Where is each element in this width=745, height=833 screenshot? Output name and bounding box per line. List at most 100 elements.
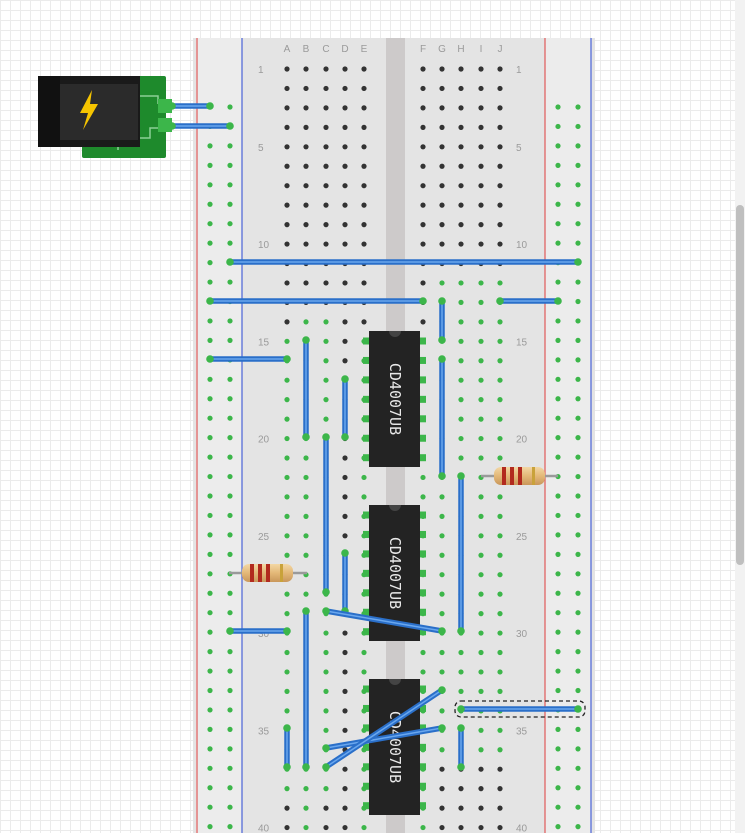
power-rail-hole[interactable] xyxy=(227,143,233,149)
breadboard-hole[interactable] xyxy=(478,455,484,461)
power-rail-hole[interactable] xyxy=(575,123,581,130)
breadboard-hole[interactable] xyxy=(342,708,348,714)
breadboard-hole[interactable] xyxy=(478,611,484,617)
breadboard-hole[interactable] xyxy=(323,85,329,92)
breadboard-hole[interactable] xyxy=(323,163,329,169)
power-rail-hole[interactable] xyxy=(207,260,213,266)
breadboard-hole[interactable] xyxy=(458,824,464,831)
breadboard-hole[interactable] xyxy=(323,630,329,636)
breadboard-hole[interactable] xyxy=(342,183,348,189)
jumper-wire[interactable] xyxy=(457,724,465,771)
breadboard-hole[interactable] xyxy=(323,397,329,403)
power-rail-hole[interactable] xyxy=(575,415,581,421)
breadboard-hole[interactable] xyxy=(303,105,309,111)
power-rail-hole[interactable] xyxy=(227,785,233,791)
jumper-wire[interactable] xyxy=(168,102,214,110)
breadboard-hole[interactable] xyxy=(478,766,484,772)
breadboard-hole[interactable] xyxy=(458,669,464,675)
jumper-wire[interactable] xyxy=(226,258,582,266)
breadboard-hole[interactable] xyxy=(497,183,503,189)
power-rail-hole[interactable] xyxy=(207,143,213,149)
power-rail-hole[interactable] xyxy=(227,182,233,188)
breadboard-hole[interactable] xyxy=(342,319,348,325)
power-rail-hole[interactable] xyxy=(227,824,233,830)
ic-chip-cd4007ub[interactable]: CD4007UB xyxy=(363,331,426,467)
breadboard-hole[interactable] xyxy=(361,183,367,189)
breadboard-hole[interactable] xyxy=(439,280,445,286)
breadboard-hole[interactable] xyxy=(439,649,445,656)
breadboard-hole[interactable] xyxy=(284,824,290,831)
power-rail-hole[interactable] xyxy=(555,318,561,324)
breadboard-hole[interactable] xyxy=(420,163,426,169)
jumper-wire[interactable] xyxy=(438,355,446,480)
breadboard-hole[interactable] xyxy=(284,338,290,344)
breadboard-hole[interactable] xyxy=(284,124,290,130)
power-rail-hole[interactable] xyxy=(227,104,233,110)
jumper-wire[interactable] xyxy=(341,549,349,615)
jumper-wire[interactable] xyxy=(302,336,310,441)
power-rail-hole[interactable] xyxy=(555,376,561,382)
power-rail-hole[interactable] xyxy=(555,687,561,694)
breadboard-hole[interactable] xyxy=(497,144,503,150)
breadboard-hole[interactable] xyxy=(361,222,367,228)
breadboard-hole[interactable] xyxy=(342,85,348,92)
breadboard-hole[interactable] xyxy=(458,222,464,228)
breadboard-hole[interactable] xyxy=(284,183,290,189)
breadboard-hole[interactable] xyxy=(478,163,484,169)
breadboard-hole[interactable] xyxy=(497,85,503,92)
breadboard-hole[interactable] xyxy=(420,474,426,481)
breadboard-hole[interactable] xyxy=(342,688,348,695)
breadboard-hole[interactable] xyxy=(284,377,290,383)
breadboard-hole[interactable] xyxy=(478,416,484,422)
breadboard-hole[interactable] xyxy=(439,708,445,714)
breadboard-hole[interactable] xyxy=(458,105,464,111)
breadboard-hole[interactable] xyxy=(284,455,290,461)
breadboard-hole[interactable] xyxy=(478,280,484,286)
breadboard-hole[interactable] xyxy=(420,85,426,92)
power-rail-hole[interactable] xyxy=(555,629,561,635)
power-rail-hole[interactable] xyxy=(207,571,213,577)
power-rail-hole[interactable] xyxy=(227,201,233,207)
breadboard-hole[interactable] xyxy=(342,649,348,656)
power-rail-hole[interactable] xyxy=(227,649,233,655)
power-rail-hole[interactable] xyxy=(555,221,561,227)
breadboard-hole[interactable] xyxy=(497,202,503,208)
breadboard-hole[interactable] xyxy=(478,630,484,636)
breadboard-hole[interactable] xyxy=(439,591,445,597)
breadboard-hole[interactable] xyxy=(439,105,445,111)
breadboard-hole[interactable] xyxy=(497,397,503,403)
power-rail-hole[interactable] xyxy=(555,201,561,207)
jumper-wire[interactable] xyxy=(457,705,582,713)
jumper-wire[interactable] xyxy=(457,472,465,635)
breadboard-hole[interactable] xyxy=(497,533,503,539)
power-rail-hole[interactable] xyxy=(207,785,213,791)
breadboard-hole[interactable] xyxy=(323,105,329,111)
breadboard-hole[interactable] xyxy=(342,105,348,111)
breadboard-hole[interactable] xyxy=(478,397,484,403)
breadboard-hole[interactable] xyxy=(323,338,329,344)
power-rail-hole[interactable] xyxy=(555,454,561,460)
breadboard-hole[interactable] xyxy=(439,163,445,169)
breadboard-hole[interactable] xyxy=(342,222,348,228)
power-rail-hole[interactable] xyxy=(555,143,561,149)
breadboard-hole[interactable] xyxy=(284,591,290,597)
breadboard-hole[interactable] xyxy=(478,805,484,811)
power-rail-hole[interactable] xyxy=(555,590,561,596)
power-rail-hole[interactable] xyxy=(207,804,213,810)
jumper-wire[interactable] xyxy=(341,375,349,441)
breadboard-hole[interactable] xyxy=(323,358,329,364)
breadboard-hole[interactable] xyxy=(323,416,329,422)
breadboard-hole[interactable] xyxy=(439,766,445,772)
power-rail-hole[interactable] xyxy=(227,804,233,810)
breadboard-hole[interactable] xyxy=(303,66,309,72)
breadboard-hole[interactable] xyxy=(478,124,484,130)
breadboard-hole[interactable] xyxy=(420,319,426,325)
breadboard-hole[interactable] xyxy=(323,66,329,72)
power-rail-hole[interactable] xyxy=(575,512,581,519)
breadboard-hole[interactable] xyxy=(478,338,484,344)
power-rail-hole[interactable] xyxy=(575,143,581,149)
power-rail-hole[interactable] xyxy=(555,493,561,499)
power-rail-hole[interactable] xyxy=(575,240,581,246)
breadboard-hole[interactable] xyxy=(439,747,445,753)
breadboard-hole[interactable] xyxy=(478,669,484,675)
